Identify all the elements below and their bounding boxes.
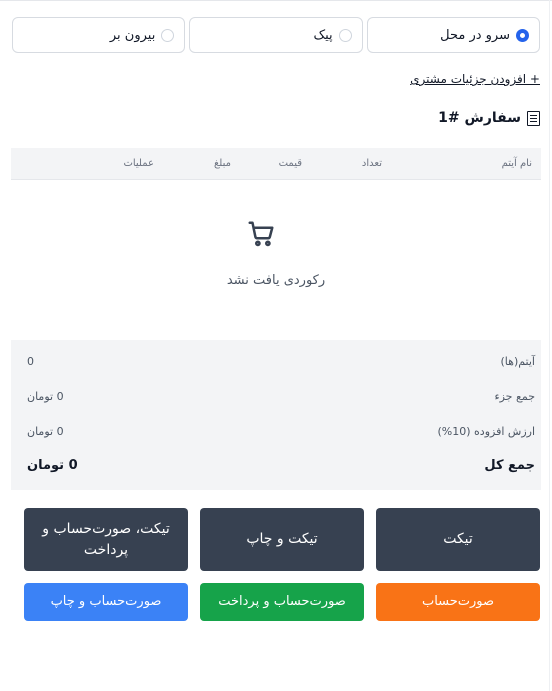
shopping-cart-icon bbox=[248, 221, 274, 247]
column-header-quantity: تعداد bbox=[361, 158, 382, 169]
order-title-text: سفارش #1 bbox=[438, 110, 521, 126]
summary-row-total: جمع کل 0 تومان bbox=[27, 458, 535, 473]
summary-subtotal-value: 0 تومان bbox=[27, 390, 64, 403]
bill-print-button[interactable]: صورت‌حساب و چاپ bbox=[24, 583, 188, 621]
order-type-dine-in-label: سرو در محل bbox=[440, 27, 510, 43]
column-header-amount: مبلغ bbox=[213, 158, 231, 169]
order-table-header: نام آیتم تعداد قیمت مبلغ عملیات bbox=[11, 148, 541, 180]
order-title: سفارش #1 bbox=[438, 110, 540, 126]
bill-button[interactable]: صورت‌حساب bbox=[376, 583, 540, 621]
summary-vat-label: ارزش افزوده (10%) bbox=[437, 425, 536, 438]
order-type-delivery-label: پیک bbox=[313, 27, 333, 43]
order-type-takeaway[interactable]: بیرون بر bbox=[12, 17, 186, 53]
ticket-bill-pay-button[interactable]: تیکت، صورت‌حساب و پرداخت bbox=[24, 508, 188, 571]
summary-row-vat: ارزش افزوده (10%) 0 تومان bbox=[27, 425, 535, 438]
summary-row-items: آیتم(ها) 0 bbox=[27, 355, 535, 368]
summary-total-value: 0 تومان bbox=[27, 458, 78, 473]
order-summary: آیتم(ها) 0 جمع جزء 0 تومان ارزش افزوده (… bbox=[11, 340, 541, 490]
side-divider bbox=[549, 0, 550, 691]
order-type-delivery[interactable]: پیک bbox=[189, 17, 363, 53]
column-header-item-name: نام آیتم bbox=[501, 158, 532, 169]
radio-unchecked-icon[interactable] bbox=[338, 28, 352, 42]
summary-total-label: جمع کل bbox=[484, 458, 535, 473]
add-customer-details-link[interactable]: + افزودن جزئیات مشتری bbox=[410, 72, 540, 86]
empty-state-text: رکوردی یافت نشد bbox=[226, 273, 326, 288]
summary-subtotal-label: جمع جزء bbox=[494, 390, 535, 403]
order-type-group: سرو در محل پیک بیرون بر bbox=[12, 17, 540, 53]
column-header-actions: عملیات bbox=[123, 158, 154, 169]
order-type-takeaway-label: بیرون بر bbox=[109, 27, 156, 43]
summary-vat-value: 0 تومان bbox=[27, 425, 64, 438]
receipt-icon bbox=[527, 110, 540, 126]
order-type-dine-in[interactable]: سرو در محل bbox=[366, 17, 540, 53]
top-divider bbox=[0, 0, 552, 1]
radio-checked-icon[interactable] bbox=[516, 28, 529, 42]
summary-row-subtotal: جمع جزء 0 تومان bbox=[27, 390, 535, 403]
ticket-button[interactable]: تیکت bbox=[376, 508, 540, 571]
radio-unchecked-icon[interactable] bbox=[161, 28, 175, 42]
bill-pay-button[interactable]: صورت‌حساب و پرداخت bbox=[200, 583, 364, 621]
summary-items-value: 0 bbox=[27, 355, 34, 368]
summary-items-label: آیتم(ها) bbox=[500, 355, 536, 368]
column-header-price: قیمت bbox=[278, 158, 302, 169]
ticket-print-button[interactable]: تیکت و چاپ bbox=[200, 508, 364, 571]
